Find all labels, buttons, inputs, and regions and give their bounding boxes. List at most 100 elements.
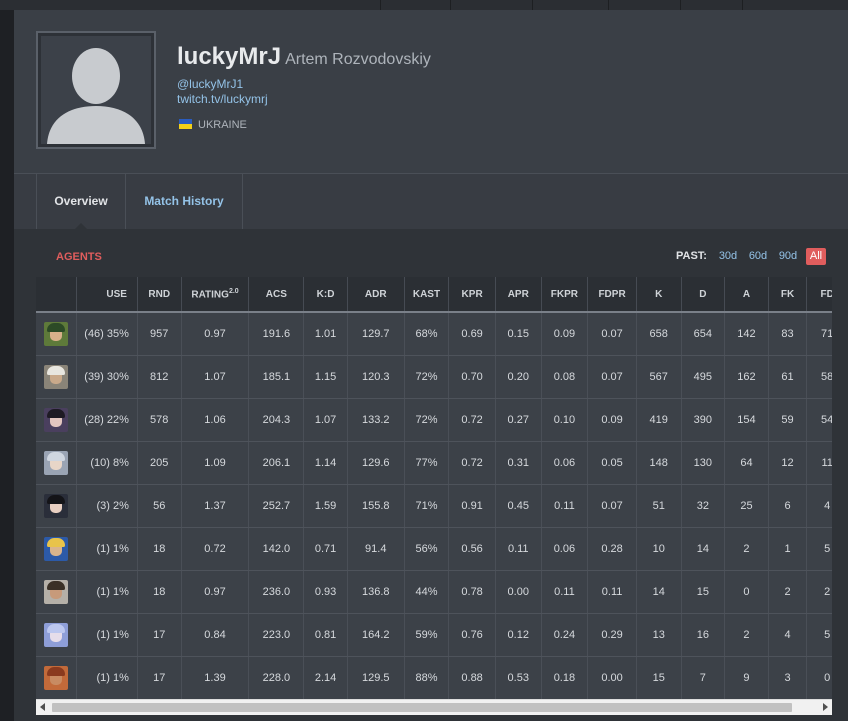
cell-adr: 129.7 [347,312,405,356]
period-60d-button[interactable]: 60d [745,248,771,265]
table-row: (10) 8% 205 1.09 206.1 1.14 129.6 77% 0.72 0.31 0… [36,441,832,485]
col-header-adr[interactable]: ADR [347,277,405,313]
cell-fk: 1 [768,527,808,571]
nav-segment[interactable] [450,0,532,10]
scroll-left-arrow-icon[interactable] [40,703,45,711]
cell-fkpr: 0.06 [541,527,589,571]
col-header-use[interactable]: USE [76,277,138,313]
table-row: (1) 1% 17 1.39 228.0 2.14 129.5 88% 0.88 0.53 0.1… [36,656,832,699]
col-header-fdpr[interactable]: FDPR [587,277,637,313]
cell-fkpr: 0.11 [541,484,589,528]
table-row: (1) 1% 17 0.84 223.0 0.81 164.2 59% 0.76 0.12 0.2… [36,613,832,657]
cell-fd: 5 [806,613,832,657]
agent-icon-7 [44,579,69,604]
cell-a: 162 [724,355,769,399]
page-gutter [0,10,14,721]
table-row: (28) 22% 578 1.06 204.3 1.07 133.2 72% 0.72 0.27… [36,398,832,442]
cell-a: 142 [724,312,769,356]
player-tabs: Overview Match History [14,173,848,229]
cell-kd: 1.14 [303,441,348,485]
col-header-acs[interactable]: ACS [248,277,305,313]
cell-use: (1) 1% [76,613,138,657]
cell-use: (28) 22% [76,398,138,442]
col-header-apr[interactable]: APR [495,277,542,313]
cell-kast: 71% [404,484,450,528]
cell-kd: 2.14 [303,656,348,699]
cell-a: 9 [724,656,769,699]
scroll-right-arrow-icon[interactable] [823,703,828,711]
cell-use: (46) 35% [76,312,138,356]
col-header-rating[interactable]: RATING2.0 [181,277,250,313]
agents-table-container: USE RND RATING2.0 ACS K:D ADR KAST KPR A… [36,277,832,699]
agent-cell [36,441,78,485]
cell-kd: 0.81 [303,613,348,657]
period-all-button[interactable]: All [806,248,826,265]
table-row: (46) 35% 957 0.97 191.6 1.01 129.7 68% 0.69 0.15… [36,312,832,356]
player-name: luckyMrJ Artem Rozvodovskiy [177,43,431,70]
table-horizontal-scrollbar[interactable] [36,699,832,715]
cell-fdpr: 0.00 [587,656,637,699]
nav-segment[interactable] [742,0,848,10]
cell-acs: 204.3 [248,398,305,442]
cell-kast: 59% [404,613,450,657]
cell-acs: 142.0 [248,527,305,571]
nav-segment[interactable] [608,0,680,10]
agent-icon-9 [44,665,69,690]
col-header-rnd[interactable]: RND [137,277,182,313]
nav-segment[interactable] [532,0,608,10]
period-30d-button[interactable]: 30d [715,248,741,265]
cell-fk: 83 [768,312,808,356]
agents-panel: AGENTS PAST: 30d 60d 90d All USE RND RAT… [14,229,848,721]
cell-fdpr: 0.07 [587,355,637,399]
cell-apr: 0.12 [495,613,542,657]
table-row: (3) 2% 56 1.37 252.7 1.59 155.8 71% 0.91 0.45 0.1… [36,484,832,528]
cell-rating: 1.37 [181,484,250,528]
col-header-kpr[interactable]: KPR [448,277,496,313]
agent-icon-4 [44,450,69,475]
col-header-fkpr[interactable]: FKPR [541,277,589,313]
agent-icon-8 [44,622,69,647]
cell-use: (1) 1% [76,570,138,614]
agent-cell [36,570,78,614]
cell-fkpr: 0.09 [541,312,589,356]
cell-d: 7 [681,656,726,699]
cell-kpr: 0.56 [448,527,496,571]
ukraine-flag-icon [179,119,192,129]
col-header-kast[interactable]: KAST [404,277,450,313]
cell-fkpr: 0.08 [541,355,589,399]
cell-fk: 2 [768,570,808,614]
cell-rating: 0.72 [181,527,250,571]
tab-overview[interactable]: Overview [36,174,126,229]
cell-a: 2 [724,613,769,657]
scrollbar-thumb[interactable] [52,703,792,712]
col-header-a[interactable]: A [724,277,769,313]
cell-rnd: 578 [137,398,182,442]
nav-segment[interactable] [380,0,450,10]
nav-segment[interactable] [680,0,742,10]
cell-acs: 252.7 [248,484,305,528]
cell-a: 2 [724,527,769,571]
col-header-d[interactable]: D [681,277,726,313]
cell-kast: 56% [404,527,450,571]
period-90d-button[interactable]: 90d [775,248,801,265]
cell-k: 419 [636,398,682,442]
cell-apr: 0.53 [495,656,542,699]
cell-kpr: 0.70 [448,355,496,399]
cell-kd: 1.07 [303,398,348,442]
default-avatar-icon [47,48,145,144]
cell-rating: 0.97 [181,570,250,614]
cell-d: 654 [681,312,726,356]
tab-match-history[interactable]: Match History [126,174,243,229]
cell-a: 25 [724,484,769,528]
cell-apr: 0.00 [495,570,542,614]
col-header-fd[interactable]: FD [806,277,832,313]
cell-apr: 0.27 [495,398,542,442]
cell-adr: 129.5 [347,656,405,699]
col-header-kd[interactable]: K:D [303,277,348,313]
twitch-link[interactable]: twitch.tv/luckymrj [177,92,268,106]
twitter-link[interactable]: @luckyMrJ1 [177,77,243,91]
cell-acs: 206.1 [248,441,305,485]
cell-rating: 1.09 [181,441,250,485]
col-header-fk[interactable]: FK [768,277,808,313]
col-header-k[interactable]: K [636,277,682,313]
